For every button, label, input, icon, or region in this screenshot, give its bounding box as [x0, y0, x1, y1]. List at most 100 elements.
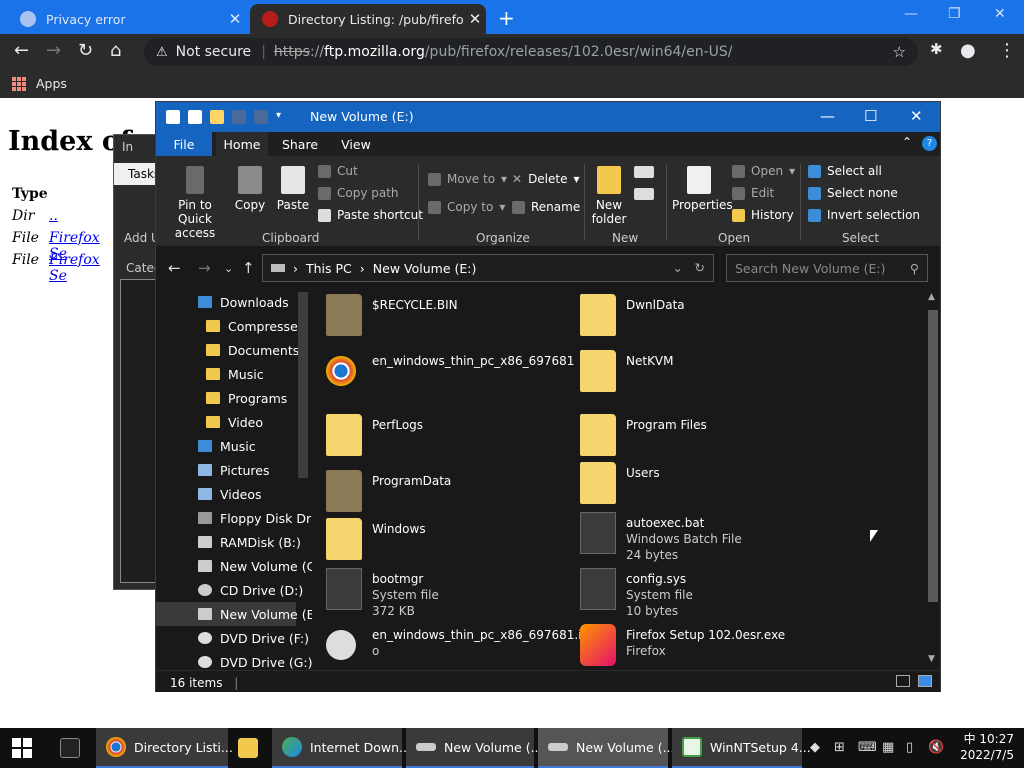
up-icon[interactable]: ↑ [242, 259, 255, 277]
file-item[interactable]: NetKVM [580, 350, 830, 400]
history-button[interactable]: History [732, 208, 794, 222]
scroll-up-icon[interactable]: ▲ [928, 292, 935, 302]
new-folder-icon[interactable] [210, 110, 224, 124]
scroll-thumb[interactable] [928, 310, 938, 602]
undo-icon[interactable] [232, 110, 246, 124]
new-item-icon[interactable] [634, 166, 654, 178]
file-explorer-pin[interactable] [232, 728, 268, 768]
delete-button[interactable]: ✕ Delete ▾ [512, 172, 580, 186]
minimize-icon[interactable]: — [904, 6, 918, 22]
close-tab-icon[interactable]: ✕ [224, 10, 246, 28]
file-item[interactable]: en_windows_thin_pc_x86_697681 [326, 350, 576, 400]
forward-icon[interactable]: → [198, 259, 211, 277]
select-none-button[interactable]: Select none [808, 186, 898, 200]
network-tray-icon[interactable]: ◆ [810, 740, 820, 755]
new-tab-button[interactable]: + [498, 6, 515, 30]
clock[interactable]: 中 10:27 2022/7/5 [960, 731, 1014, 763]
keyboard-tray-icon[interactable]: ⌨ [858, 740, 877, 755]
nav-scrollbar[interactable] [298, 292, 308, 478]
copy-path-button[interactable]: Copy path [318, 186, 399, 200]
nav-item[interactable]: RAMDisk (B:) [156, 530, 301, 554]
refresh-icon[interactable]: ↻ [695, 260, 705, 275]
address-path[interactable]: › This PC › New Volume (E:) ⌄ ↻ [262, 254, 714, 282]
recent-locations-icon[interactable]: ⌄ [224, 262, 233, 275]
terminal-button[interactable] [58, 728, 88, 768]
file-item[interactable]: bootmgr System file 372 KB [326, 568, 576, 618]
breadcrumb-new-volume[interactable]: New Volume (E:) [373, 261, 477, 276]
breadcrumb-this-pc[interactable]: This PC [306, 261, 352, 276]
large-icons-view-icon[interactable] [918, 675, 932, 687]
nav-item[interactable]: Programs [156, 386, 296, 410]
copy-to-button[interactable]: Copy to ▾ [428, 200, 505, 214]
file-list-scrollbar[interactable]: ▲ ▼ [926, 292, 938, 668]
chevron-down-icon[interactable]: ⌄ [673, 260, 683, 275]
file-item[interactable]: Users [580, 462, 830, 512]
nav-item[interactable]: Music [156, 362, 296, 386]
chevron-down-icon[interactable]: ▾ [276, 110, 290, 124]
connection-tray-icon[interactable]: ⊞ [834, 740, 845, 755]
nav-item[interactable]: Floppy Disk Dri [156, 506, 312, 530]
open-button[interactable]: Open ▾ [732, 164, 795, 178]
pin-quick-access-button[interactable]: Pin to Quick access [162, 166, 228, 240]
redo-icon[interactable] [254, 110, 268, 124]
copy-button[interactable]: Copy [234, 166, 266, 212]
profile-icon[interactable]: ● [960, 40, 976, 61]
usb-tray-icon[interactable]: ▯ [906, 740, 913, 755]
file-item[interactable]: PerfLogs [326, 414, 576, 464]
invert-selection-button[interactable]: Invert selection [808, 208, 920, 222]
tab-directory-listing[interactable]: Directory Listing: /pub/firefox/rel ✕ [250, 4, 486, 34]
paste-shortcut-button[interactable]: Paste shortcut [318, 208, 423, 222]
home-icon[interactable]: ⌂ [110, 40, 121, 61]
start-button[interactable] [12, 728, 32, 768]
minimize-icon[interactable]: — [820, 107, 835, 125]
nav-item[interactable]: Documents [156, 338, 299, 362]
color-tray-icon[interactable]: ▦ [882, 740, 894, 755]
nav-item[interactable]: Videos [156, 482, 296, 506]
volume-muted-icon[interactable]: 🔇 [928, 740, 944, 755]
tab-share[interactable]: Share [272, 132, 328, 156]
file-item[interactable]: Firefox Setup 102.0esr.exe Firefox [580, 624, 830, 670]
taskbar-item-new-volume[interactable]: New Volume (... [406, 728, 543, 768]
scroll-down-icon[interactable]: ▼ [928, 654, 935, 664]
file-item[interactable]: ProgramData [326, 470, 576, 520]
tab-privacy-error[interactable]: Privacy error ✕ [8, 4, 246, 34]
details-view-icon[interactable] [896, 675, 910, 687]
nav-item[interactable]: New Volume (C [156, 554, 312, 578]
tab-view[interactable]: View [332, 132, 380, 156]
search-input[interactable]: Search New Volume (E:) ⚲ [726, 254, 928, 282]
file-item[interactable]: DwnlData [580, 294, 830, 344]
tab-home[interactable]: Home [216, 132, 268, 156]
edit-button[interactable]: Edit [732, 186, 774, 200]
extensions-icon[interactable]: ✱ [930, 40, 943, 58]
taskbar-item-winntsetup[interactable]: WinNTSetup 4... [672, 728, 811, 768]
listing-link[interactable]: .. [49, 208, 58, 224]
nav-item[interactable]: Compressed [156, 314, 306, 338]
back-icon[interactable]: ← [168, 259, 181, 277]
close-window-icon[interactable]: ✕ [994, 6, 1006, 22]
nav-item[interactable]: Video [156, 410, 296, 434]
taskbar-item-chrome[interactable]: Directory Listi... [96, 728, 233, 768]
properties-button[interactable]: Properties [672, 166, 733, 212]
close-tab-icon[interactable]: ✕ [464, 10, 486, 28]
easy-access-icon[interactable] [634, 188, 654, 200]
taskbar-item-new-volume-active[interactable]: New Volume (... [538, 728, 675, 768]
bookmark-star-icon[interactable]: ☆ [893, 43, 906, 61]
help-icon[interactable]: ? [922, 136, 937, 151]
maximize-icon[interactable]: ☐ [864, 107, 877, 125]
file-item[interactable]: $RECYCLE.BIN [326, 294, 576, 344]
tab-file[interactable]: File [156, 132, 212, 156]
select-all-button[interactable]: Select all [808, 164, 882, 178]
menu-icon[interactable]: ⋮ [998, 40, 1016, 61]
restore-icon[interactable]: ❐ [948, 6, 961, 22]
nav-item[interactable]: Downloads [156, 290, 296, 314]
taskbar-item-internet-download[interactable]: Internet Down... [272, 728, 411, 768]
new-folder-button[interactable]: New folder [590, 166, 628, 226]
back-icon[interactable]: ← [14, 40, 29, 61]
file-item[interactable]: Program Files [580, 414, 830, 464]
close-icon[interactable]: ✕ [910, 107, 923, 125]
nav-item[interactable]: DVD Drive (G:) [156, 650, 312, 670]
paste-button[interactable]: Paste [276, 166, 310, 212]
forward-icon[interactable]: → [46, 40, 61, 61]
file-item[interactable]: config.sys System file 10 bytes [580, 568, 830, 618]
file-item[interactable]: autoexec.bat Windows Batch File 24 bytes [580, 512, 830, 562]
